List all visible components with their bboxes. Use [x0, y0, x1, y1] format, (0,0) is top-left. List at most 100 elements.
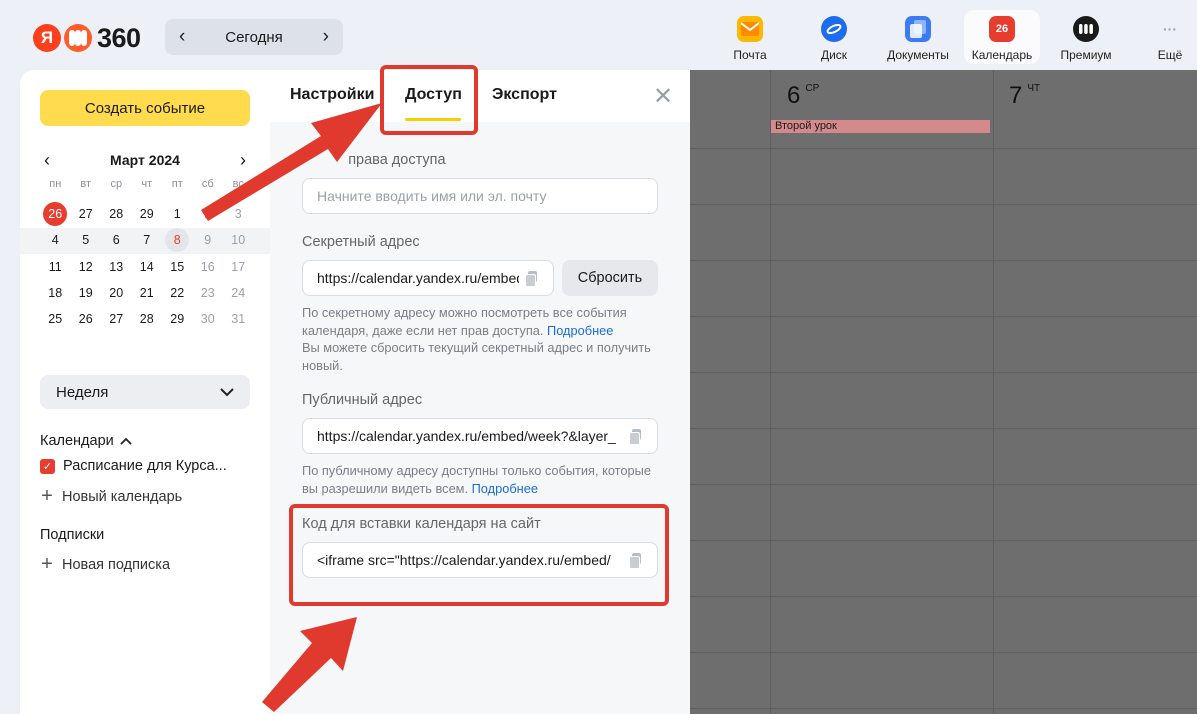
- today-button[interactable]: Сегодня: [225, 29, 283, 46]
- mini-day[interactable]: 3: [226, 202, 250, 226]
- weekday-label: сб: [201, 178, 214, 190]
- mini-day[interactable]: 12: [74, 255, 98, 279]
- left-sidebar: Создать событие ‹ Март 2024 › пн вт ср чт пт…: [20, 70, 270, 714]
- secret-address-field[interactable]: https://calendar.yandex.ru/embed/: [302, 260, 554, 296]
- 360-ring-icon: [64, 24, 92, 52]
- service-label: Ещё: [1157, 48, 1183, 62]
- prev-period-button[interactable]: ‹: [179, 26, 185, 48]
- plus-icon: +: [41, 485, 53, 507]
- week-calendar-grid: 6 СР 7 ЧТ Второй урок: [690, 70, 1197, 714]
- mini-day[interactable]: 23: [196, 281, 220, 305]
- mini-day[interactable]: 28: [135, 307, 159, 331]
- weekday-label: чт: [141, 178, 153, 190]
- mini-day[interactable]: 28: [104, 202, 128, 226]
- mini-day[interactable]: 4: [43, 228, 67, 252]
- mini-day[interactable]: 25: [43, 307, 67, 331]
- service-label: Премиум: [1060, 48, 1112, 62]
- mini-day[interactable]: 29: [165, 307, 189, 331]
- mini-day[interactable]: 26: [74, 307, 98, 331]
- service-disk[interactable]: Диск: [796, 10, 872, 64]
- mini-day[interactable]: 18: [43, 281, 67, 305]
- mini-next-month-button[interactable]: ›: [236, 150, 250, 171]
- access-tab-content: Права права доступа Начните вводить имя …: [270, 122, 690, 714]
- service-label: Диск: [820, 48, 848, 62]
- mini-calendar-header: ‹ Март 2024 ›: [40, 150, 250, 170]
- mini-day[interactable]: 14: [135, 255, 159, 279]
- share-input[interactable]: Начните вводить имя или эл. почту: [302, 178, 658, 214]
- next-period-button[interactable]: ›: [323, 26, 329, 48]
- more-link[interactable]: Подробнее: [547, 323, 613, 338]
- hour-line: [690, 260, 1197, 261]
- weekday-label: вт: [80, 178, 92, 190]
- mini-day[interactable]: 24: [226, 281, 250, 305]
- mini-day[interactable]: 6: [104, 228, 128, 252]
- top-bar: Я 360 ‹ Сегодня › Почта Диск Документы 2…: [0, 0, 1197, 70]
- mini-day[interactable]: 13: [104, 255, 128, 279]
- mini-prev-month-button[interactable]: ‹: [40, 150, 54, 171]
- access-rights-label: Права права доступа: [302, 152, 446, 168]
- mini-day[interactable]: 17: [226, 255, 250, 279]
- service-more[interactable]: ··· Ещё: [1132, 10, 1197, 64]
- mini-day[interactable]: 5: [74, 228, 98, 252]
- hour-line: [690, 148, 1197, 149]
- day-of-week: СР: [805, 83, 820, 94]
- day-header-wed[interactable]: 6 СР: [787, 82, 819, 110]
- mini-day[interactable]: 29: [135, 202, 159, 226]
- calendars-section-toggle[interactable]: Календари: [40, 433, 132, 449]
- service-documents[interactable]: Документы: [880, 10, 956, 64]
- day-divider: [993, 70, 994, 714]
- mini-day[interactable]: 1: [165, 202, 189, 226]
- public-address-value: https://calendar.yandex.ru/embed/week?&l…: [317, 428, 616, 444]
- service-premium[interactable]: Премиум: [1048, 10, 1124, 64]
- weekday-label: пн: [49, 178, 62, 190]
- mini-day[interactable]: 10: [226, 228, 250, 252]
- mini-day[interactable]: 8: [165, 228, 190, 253]
- mini-day[interactable]: 7: [135, 228, 159, 252]
- yandex-360-logo[interactable]: Я 360: [33, 22, 141, 54]
- calendars-title: Календари: [40, 433, 114, 449]
- plus-icon: +: [41, 553, 53, 575]
- mini-day[interactable]: 31: [226, 307, 250, 331]
- tab-settings[interactable]: Настройки: [290, 86, 374, 104]
- public-address-field[interactable]: https://calendar.yandex.ru/embed/week?&l…: [302, 418, 658, 454]
- new-calendar-button[interactable]: + Новый календарь: [40, 485, 182, 508]
- close-icon[interactable]: ✕: [653, 82, 673, 111]
- day-number: 6: [787, 82, 801, 109]
- disk-icon: [821, 16, 847, 42]
- calendar-event[interactable]: Второй урок: [771, 120, 990, 133]
- more-link[interactable]: Подробнее: [472, 481, 538, 496]
- mini-day[interactable]: 27: [74, 202, 98, 226]
- share-input-placeholder: Начните вводить имя или эл. почту: [317, 188, 547, 204]
- new-subscription-button[interactable]: + Новая подписка: [40, 553, 170, 576]
- reset-secret-button[interactable]: Сбросить: [562, 260, 658, 296]
- calendar-settings-panel: Настройки Доступ Экспорт ✕ Права права д…: [270, 70, 690, 714]
- premium-icon: [1073, 16, 1099, 42]
- hour-line: [690, 540, 1197, 541]
- copy-icon[interactable]: [629, 429, 643, 445]
- view-select[interactable]: Неделя: [40, 375, 250, 409]
- mini-day[interactable]: 2: [196, 202, 220, 226]
- mini-day[interactable]: 30: [196, 307, 220, 331]
- create-event-button[interactable]: Создать событие: [40, 90, 250, 126]
- hour-line: [690, 484, 1197, 485]
- mini-day[interactable]: 16: [196, 255, 220, 279]
- mini-month-label: Март 2024: [110, 152, 180, 168]
- mini-day[interactable]: 20: [104, 281, 128, 305]
- mini-day[interactable]: 27: [104, 307, 128, 331]
- mini-day[interactable]: 9: [196, 228, 220, 252]
- mini-day[interactable]: 15: [165, 255, 189, 279]
- secret-hint: По секретному адресу можно посмотреть вс…: [302, 305, 651, 373]
- secret-address-value: https://calendar.yandex.ru/embed/: [317, 270, 519, 286]
- copy-icon[interactable]: [525, 271, 539, 287]
- service-calendar[interactable]: 26 Календарь: [964, 10, 1040, 64]
- checkbox-checked-icon[interactable]: ✓: [40, 458, 55, 474]
- mini-day[interactable]: 11: [43, 255, 67, 279]
- calendar-list-item[interactable]: ✓ Расписание для Курса...: [40, 458, 227, 474]
- day-header-thu[interactable]: 7 ЧТ: [1009, 82, 1040, 110]
- service-mail[interactable]: Почта: [712, 10, 788, 64]
- tab-export[interactable]: Экспорт: [492, 86, 557, 104]
- mini-day[interactable]: 21: [135, 281, 159, 305]
- mini-day[interactable]: 19: [74, 281, 98, 305]
- mini-day[interactable]: 26: [43, 202, 68, 227]
- mini-day[interactable]: 22: [165, 281, 189, 305]
